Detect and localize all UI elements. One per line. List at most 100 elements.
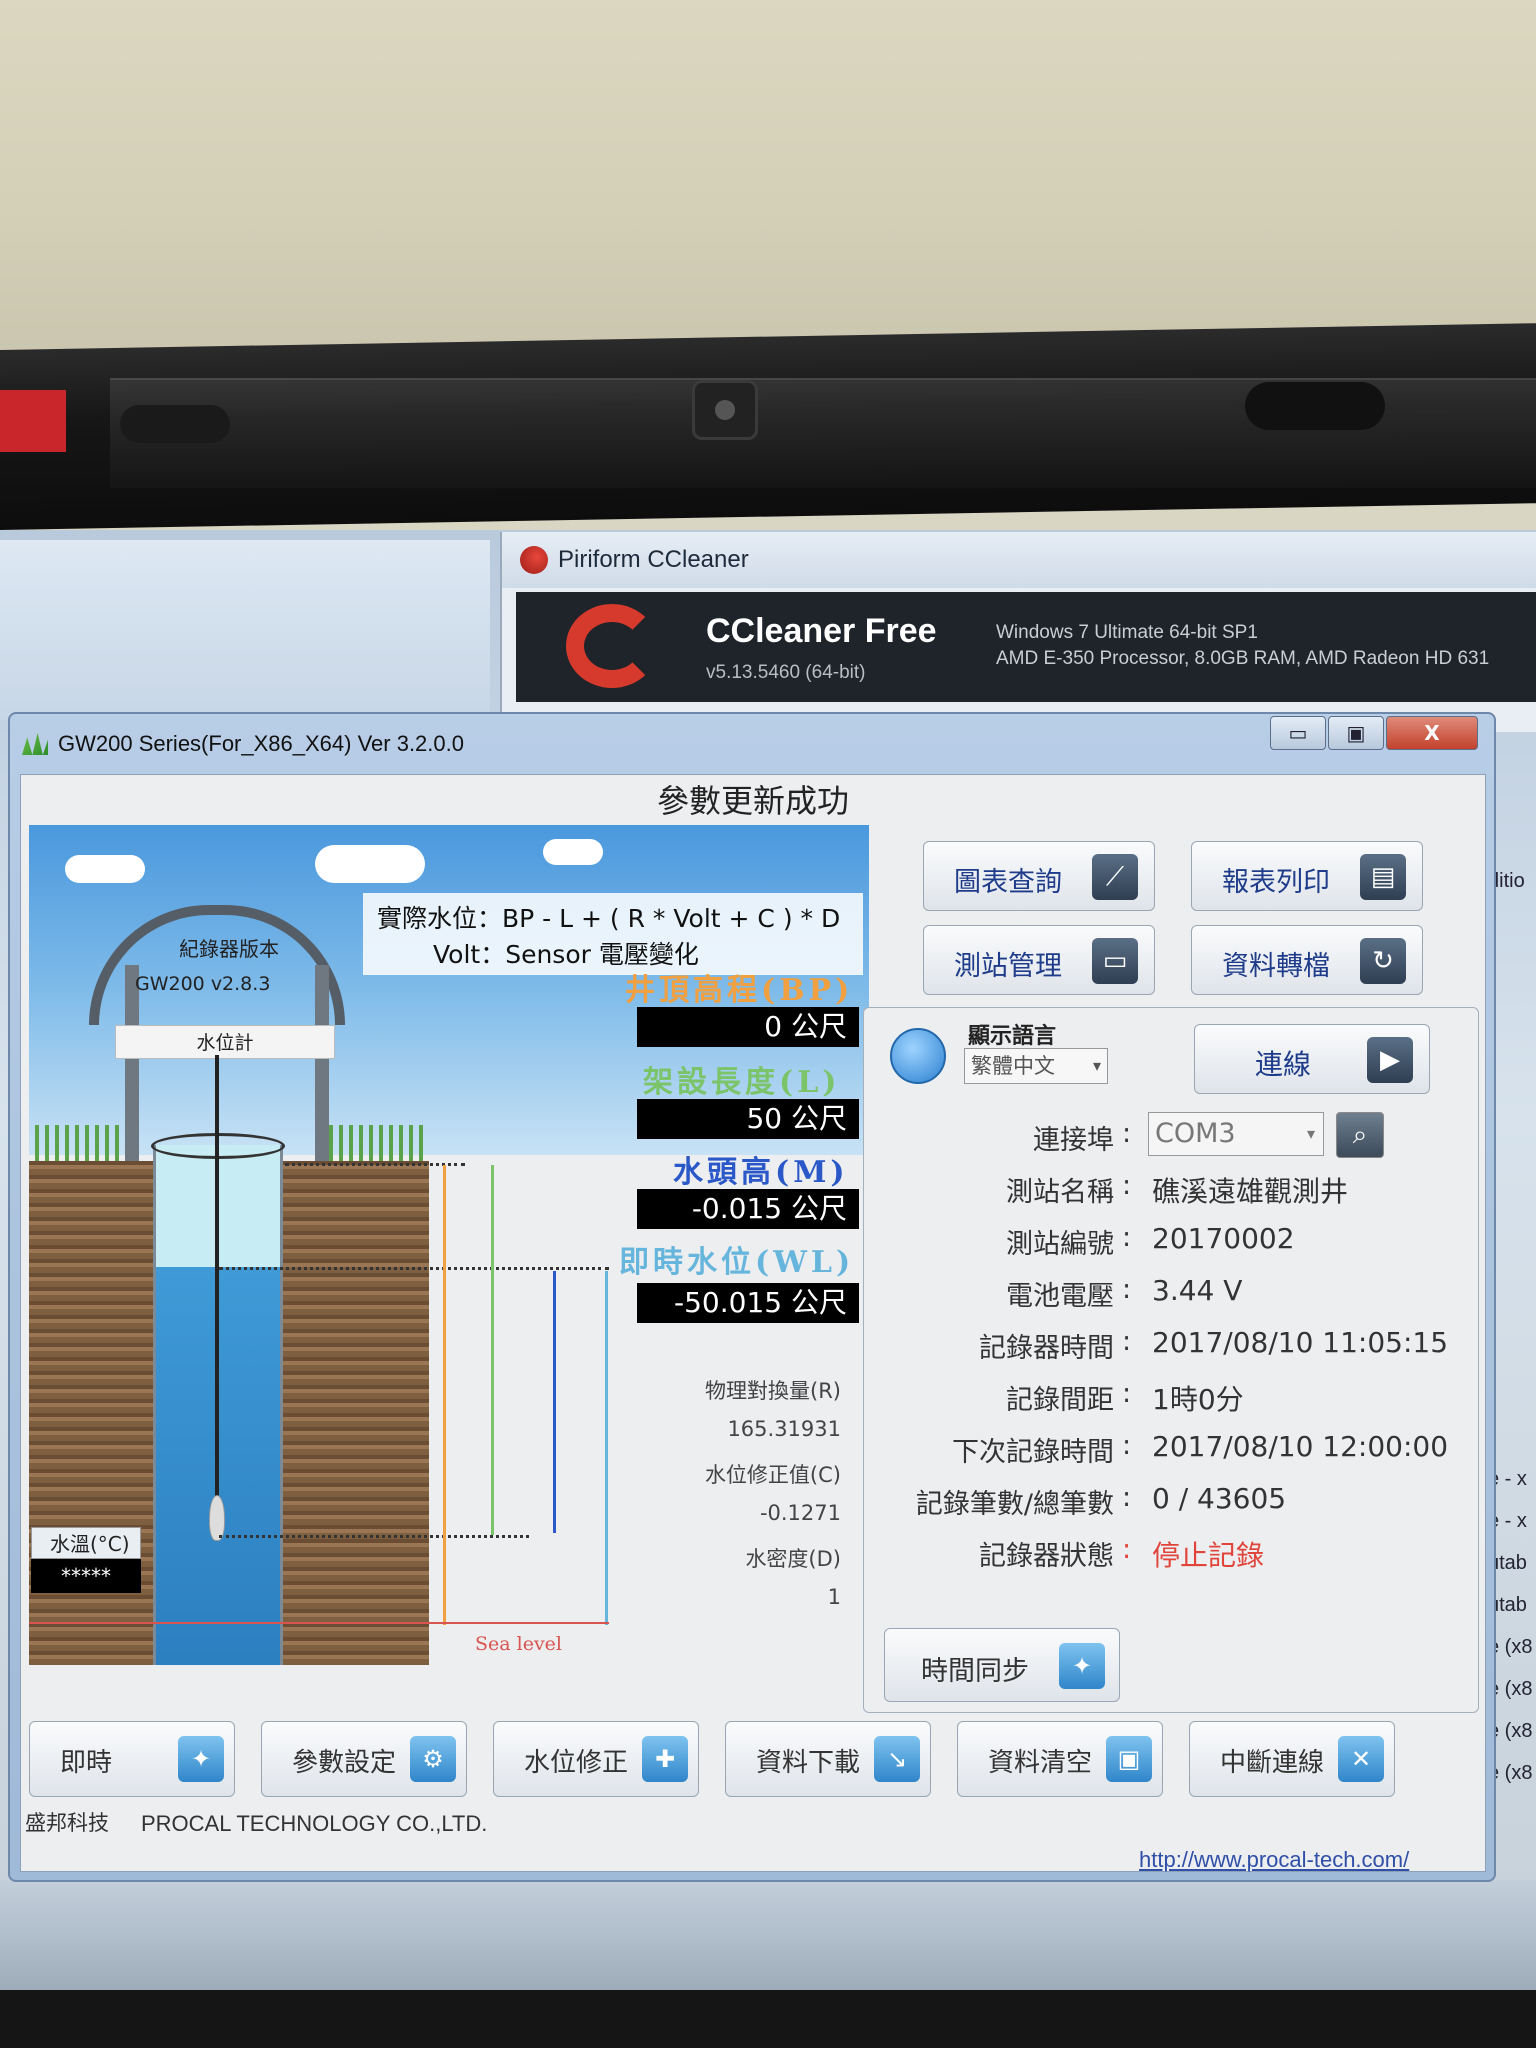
connect-button[interactable]: 連線 ▶	[1194, 1024, 1430, 1094]
search-port-button[interactable]: ⌕	[1336, 1112, 1384, 1158]
r-value: 165.31931	[727, 1417, 841, 1441]
background-window-left	[0, 540, 490, 720]
water-temp-label: 水溫(°C)	[31, 1527, 141, 1559]
grass	[35, 1125, 125, 1161]
chart-query-label: 圖表查詢	[954, 867, 1062, 898]
bp-value: 0 公尺	[637, 1007, 859, 1047]
logger-time-label: 記錄器時間	[979, 1333, 1114, 1364]
port-value: COM3	[1155, 1118, 1236, 1149]
param-settings-label: 參數設定	[292, 1748, 397, 1778]
red-sticker	[0, 390, 66, 452]
footer-company-cn: 盛邦科技	[25, 1811, 109, 1835]
colon: :	[1122, 1326, 1132, 1357]
connect-label: 連線	[1255, 1048, 1312, 1081]
water-meter-label: 水位計	[115, 1025, 335, 1059]
chart-query-button[interactable]: 圖表查詢 ⟋	[923, 841, 1155, 911]
app-logo-icon	[22, 733, 48, 755]
ccleaner-brush-logo-icon	[566, 604, 658, 688]
param-settings-button[interactable]: 參數設定 ⚙	[261, 1721, 467, 1797]
ccleaner-version: v5.13.5460 (64-bit)	[706, 662, 866, 683]
sea-level-line	[29, 1622, 609, 1624]
station-manage-button[interactable]: 測站管理 ▭	[923, 925, 1155, 995]
clear-icon: ▣	[1106, 1736, 1152, 1782]
close-button[interactable]: X	[1386, 716, 1478, 750]
sync-icon: ✦	[1059, 1643, 1105, 1689]
colon: :	[1122, 1482, 1132, 1513]
m-title: 水頭高(M)	[673, 1155, 849, 1190]
globe-icon	[890, 1028, 946, 1084]
station-name-label: 測站名稱	[1006, 1177, 1114, 1208]
status-message: 參數更新成功	[656, 782, 849, 820]
colon: :	[1122, 1118, 1132, 1149]
data-clear-button[interactable]: 資料清空 ▣	[957, 1721, 1163, 1797]
logger-state-value: 停止記錄	[1152, 1539, 1265, 1572]
colon: :	[1122, 1430, 1132, 1461]
disconnect-button[interactable]: 中斷連線 ✕	[1189, 1721, 1395, 1797]
water-adjust-icon: ✚	[642, 1736, 688, 1782]
search-icon: ⌕	[1352, 1120, 1368, 1150]
ccleaner-window[interactable]: Piriform CCleaner CCleaner Free v5.13.54…	[500, 532, 1536, 732]
level-guide-line	[219, 1535, 529, 1538]
ccleaner-logo-icon	[520, 546, 548, 574]
interval-value: 1時0分	[1152, 1383, 1244, 1416]
port-label: 連接埠	[1033, 1125, 1114, 1156]
port-select[interactable]: COM3 ▾	[1148, 1112, 1324, 1156]
grass	[329, 1125, 429, 1161]
logger-state-label: 記錄器狀態	[979, 1541, 1114, 1572]
webcam	[692, 380, 758, 440]
r-label: 物理對換量(R)	[705, 1379, 841, 1403]
ccleaner-window-title: Piriform CCleaner	[558, 546, 749, 573]
water-adjust-label: 水位修正	[524, 1748, 629, 1778]
next-time-label: 下次記錄時間	[952, 1437, 1114, 1468]
realtime-button[interactable]: 即時 ✦	[29, 1721, 235, 1797]
gw200-window-title: GW200 Series(For_X86_X64) Ver 3.2.0.0	[58, 731, 464, 756]
realtime-icon: ✦	[178, 1736, 224, 1782]
connection-panel: 顯示語言 繁體中文 ▾ 連線 ▶ 連接埠 : COM3 ▾ ⌕ 測站名稱 : 礁…	[863, 1007, 1479, 1713]
sensor-cable	[215, 1055, 219, 1500]
water-adjust-button[interactable]: 水位修正 ✚	[493, 1721, 699, 1797]
wl-value: -50.015 公尺	[637, 1283, 859, 1323]
l-arrow	[491, 1165, 494, 1535]
bezel-speaker-left	[120, 405, 230, 443]
minimize-button[interactable]: ▭	[1270, 716, 1326, 750]
c-value: -0.1271	[759, 1501, 841, 1525]
settings-icon: ⚙	[410, 1736, 456, 1782]
cloud	[543, 839, 603, 865]
station-name-value: 礁溪遠雄觀測井	[1152, 1175, 1349, 1208]
data-download-button[interactable]: 資料下載 ↘	[725, 1721, 931, 1797]
ccleaner-titlebar[interactable]: Piriform CCleaner	[502, 532, 1536, 588]
time-sync-label: 時間同步	[921, 1656, 1029, 1687]
time-sync-button[interactable]: 時間同步 ✦	[884, 1628, 1120, 1702]
colon: :	[1122, 1222, 1132, 1253]
monitor-bezel-bottom	[0, 1990, 1536, 2048]
d-value: 1	[827, 1585, 841, 1609]
window-controls: ▭ ▣ X	[1270, 716, 1478, 750]
d-label: 水密度(D)	[745, 1547, 841, 1571]
report-icon: ▤	[1360, 854, 1406, 900]
data-download-label: 資料下載	[756, 1748, 861, 1778]
logger-time-value: 2017/08/10 11:05:15	[1152, 1326, 1449, 1359]
bp-title: 井頂高程(BP)	[625, 973, 854, 1008]
station-icon: ▭	[1092, 938, 1138, 984]
l-value: 50 公尺	[637, 1099, 859, 1139]
company-website-link[interactable]: http://www.procal-tech.com/	[1139, 1847, 1409, 1873]
station-no-value: 20170002	[1152, 1222, 1295, 1255]
ccleaner-product-name: CCleaner Free	[706, 612, 937, 650]
maximize-button[interactable]: ▣	[1328, 716, 1384, 750]
gw200-client-area: 參數更新成功 實際水位：BP - L + ( R * Volt + C ) * …	[20, 774, 1486, 1872]
level-guide-line	[219, 1267, 609, 1270]
ccleaner-banner: CCleaner Free v5.13.5460 (64-bit) Window…	[516, 592, 1536, 702]
m-value: -0.015 公尺	[637, 1189, 859, 1229]
data-clear-label: 資料清空	[988, 1748, 1093, 1778]
data-convert-label: 資料轉檔	[1222, 951, 1330, 982]
download-icon: ↘	[874, 1736, 920, 1782]
gw200-window[interactable]: GW200 Series(For_X86_X64) Ver 3.2.0.0 ▭ …	[8, 712, 1496, 1882]
ccleaner-system-info-os: Windows 7 Ultimate 64-bit SP1	[996, 622, 1258, 643]
chart-icon: ⟋	[1092, 854, 1138, 900]
cloud	[65, 855, 145, 883]
report-print-button[interactable]: 報表列印 ▤	[1191, 841, 1423, 911]
logger-version-label: 紀錄器版本	[179, 937, 279, 961]
sea-level-label: Sea level	[475, 1633, 563, 1655]
data-convert-button[interactable]: 資料轉檔 ↻	[1191, 925, 1423, 995]
language-select[interactable]: 繁體中文 ▾	[964, 1048, 1108, 1084]
